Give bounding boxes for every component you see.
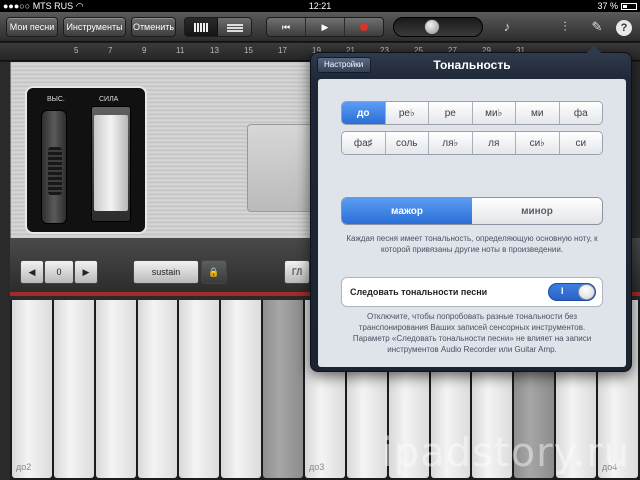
key-option[interactable]: ре♭ bbox=[385, 102, 429, 124]
wrench-icon[interactable]: ✎ bbox=[588, 18, 606, 36]
key-option[interactable]: ми♭ bbox=[472, 102, 516, 124]
rewind-button[interactable]: ⏮ bbox=[267, 18, 306, 36]
keyboard-icon bbox=[194, 22, 208, 32]
piano-key[interactable] bbox=[95, 300, 136, 478]
popover-body: до ре♭ ре ми♭ ми фа фа♯ соль ля♭ ля си♭ си мажор ми… bbox=[318, 79, 626, 367]
pitch-wheel-slot bbox=[41, 110, 67, 224]
arrow-left-icon: ◀ bbox=[28, 267, 36, 277]
volume-knob[interactable] bbox=[424, 19, 440, 35]
piano-key[interactable] bbox=[179, 300, 220, 478]
key-signature-popover: Настройки Тональность до ре♭ ре ми♭ ми фа фа♯… bbox=[310, 45, 632, 372]
modulation-wheel[interactable] bbox=[94, 115, 128, 211]
transport-controls: ⏮ ▶ bbox=[266, 17, 384, 37]
toolbar: Мои песни Инструменты Отменить ⏮ ▶ ♪ ⫶ ✎… bbox=[0, 12, 640, 42]
follow-description: Отключите, чтобы попробовать разные тона… bbox=[352, 312, 592, 354]
battery-icon bbox=[621, 2, 637, 10]
clock: 12:21 bbox=[308, 1, 332, 11]
force-label: СИЛА bbox=[99, 96, 119, 103]
undo-button[interactable]: Отменить bbox=[131, 17, 176, 37]
toggle-knob bbox=[578, 284, 595, 300]
octave-value: 0 bbox=[44, 260, 74, 284]
key-grid: до ре♭ ре ми♭ ми фа фа♯ соль ля♭ ля си♭ си bbox=[341, 101, 603, 155]
rewind-icon: ⏮ bbox=[281, 21, 291, 32]
popover-title: Тональность bbox=[433, 58, 511, 72]
sustain-lock-button[interactable]: 🔒 bbox=[201, 260, 227, 284]
lock-icon: 🔒 bbox=[208, 267, 220, 277]
piano-key[interactable] bbox=[263, 300, 304, 478]
key-option[interactable]: ми bbox=[516, 102, 560, 124]
follow-key-label: Следовать тональности песни bbox=[350, 287, 488, 297]
toggle-on-label: I bbox=[561, 286, 564, 296]
my-songs-button[interactable]: Мои песни bbox=[6, 17, 58, 37]
mode-selector: мажор минор bbox=[341, 197, 603, 225]
garageband-screen: ●●●○○ MTS RUS ◠ 12:21 37 % Мои песни Инс… bbox=[0, 0, 640, 480]
tracks-view-button[interactable] bbox=[218, 18, 251, 36]
follow-key-row: Следовать тональности песни I bbox=[341, 277, 603, 307]
key-option[interactable]: ля bbox=[472, 132, 516, 154]
key-octave-label: до2 bbox=[16, 462, 32, 472]
arrow-right-icon: ▶ bbox=[82, 267, 90, 277]
ruler-mark: 15 bbox=[244, 46, 253, 55]
piano-key[interactable] bbox=[221, 300, 262, 478]
key-option[interactable]: си♭ bbox=[516, 132, 560, 154]
ruler-mark: 9 bbox=[142, 46, 147, 55]
battery-percent: 37 % bbox=[597, 1, 618, 11]
key-row: до ре♭ ре ми♭ ми фа bbox=[341, 101, 603, 125]
key-option[interactable]: соль bbox=[385, 132, 429, 154]
watermark: ipadstory.ru bbox=[381, 430, 630, 476]
pitch-label: ВЫС. bbox=[47, 96, 65, 103]
record-button[interactable] bbox=[345, 18, 383, 36]
piano-key[interactable]: до2 bbox=[12, 300, 52, 478]
play-icon: ▶ bbox=[321, 21, 329, 32]
follow-key-toggle[interactable]: I bbox=[548, 283, 596, 301]
battery-fill bbox=[623, 4, 628, 8]
ruler-mark: 11 bbox=[176, 46, 185, 55]
tracks-icon bbox=[226, 22, 243, 32]
major-mode-button[interactable]: мажор bbox=[342, 198, 472, 224]
popover-arrow bbox=[586, 45, 602, 54]
synth-panel: ВЫС. СИЛА bbox=[10, 62, 327, 238]
ruler-mark: 5 bbox=[74, 46, 79, 55]
sustain-button[interactable]: sustain bbox=[133, 260, 199, 284]
minor-mode-button[interactable]: минор bbox=[472, 198, 602, 224]
octave-down-button[interactable]: ◀ bbox=[20, 260, 44, 284]
piano-key[interactable] bbox=[137, 300, 178, 478]
key-option[interactable]: фа♯ bbox=[342, 132, 386, 154]
help-icon[interactable]: ? bbox=[616, 20, 632, 36]
ruler-mark: 17 bbox=[278, 46, 287, 55]
modulation-slot bbox=[91, 106, 131, 222]
ruler-mark: 7 bbox=[108, 46, 113, 55]
pitch-wheel[interactable] bbox=[48, 147, 62, 195]
piano-key[interactable] bbox=[53, 300, 94, 478]
glide-button[interactable]: ГЛ bbox=[284, 260, 310, 284]
key-option[interactable]: си bbox=[559, 132, 602, 154]
play-button[interactable]: ▶ bbox=[306, 18, 345, 36]
status-bar: ●●●○○ MTS RUS ◠ 12:21 37 % bbox=[0, 0, 640, 12]
key-option[interactable]: до bbox=[342, 102, 386, 124]
instruments-button[interactable]: Инструменты bbox=[63, 17, 126, 37]
battery-indicator: 37 % bbox=[597, 0, 637, 12]
key-option[interactable]: фа bbox=[559, 102, 602, 124]
metronome-icon[interactable]: ♪ bbox=[498, 18, 516, 36]
octave-up-button[interactable]: ▶ bbox=[74, 260, 98, 284]
key-row: фа♯ соль ля♭ ля си♭ си bbox=[341, 131, 603, 155]
ruler-mark: 13 bbox=[210, 46, 219, 55]
key-option[interactable]: ре bbox=[429, 102, 473, 124]
wheels-frame: ВЫС. СИЛА bbox=[25, 86, 147, 234]
keyboard-view-button[interactable] bbox=[185, 18, 218, 36]
record-icon bbox=[360, 23, 368, 31]
view-switcher bbox=[184, 17, 252, 37]
key-octave-label: до3 bbox=[309, 462, 325, 472]
master-volume-slider[interactable] bbox=[393, 17, 483, 37]
key-option[interactable]: ля♭ bbox=[429, 132, 473, 154]
key-description: Каждая песня имеет тональность, определя… bbox=[346, 234, 598, 254]
mixer-icon[interactable]: ⫶ bbox=[556, 18, 574, 36]
